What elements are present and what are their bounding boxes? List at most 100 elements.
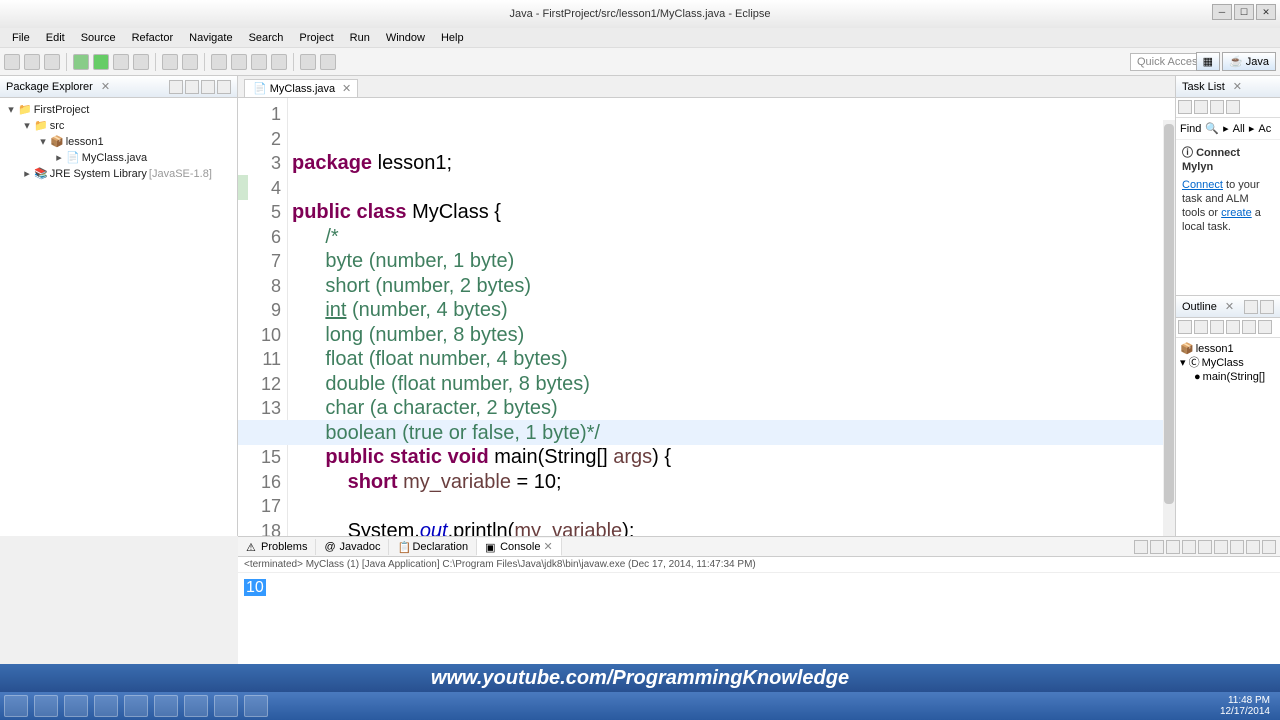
hide-fields-icon[interactable]	[1194, 320, 1208, 334]
debug-button[interactable]	[73, 54, 89, 70]
menu-source[interactable]: Source	[73, 30, 124, 46]
scroll-lock-icon[interactable]	[1182, 540, 1196, 554]
pin-console-icon[interactable]	[1198, 540, 1212, 554]
marker-bar	[238, 98, 250, 536]
main-toolbar: Quick Access ▦ ☕ Java	[0, 48, 1280, 76]
menu-run[interactable]: Run	[342, 30, 378, 46]
firefox-icon[interactable]	[184, 695, 208, 717]
outline-tab[interactable]: Outline	[1182, 301, 1217, 313]
save-all-button[interactable]	[44, 54, 60, 70]
javadoc-tab[interactable]: @Javadoc	[316, 539, 389, 555]
package-explorer-view: Package Explorer ✕ ▾📁 FirstProject ▾📁 sr…	[0, 76, 238, 536]
app-icon[interactable]	[154, 695, 178, 717]
display-console-icon[interactable]	[1214, 540, 1228, 554]
declaration-tab[interactable]: 📋Declaration	[389, 539, 477, 555]
system-clock[interactable]: 11:48 PM12/17/2014	[1220, 695, 1276, 717]
min-icon[interactable]	[1246, 540, 1260, 554]
run-button[interactable]	[93, 54, 109, 70]
hide-static-icon[interactable]	[1210, 320, 1224, 334]
close-view-icon[interactable]: ✕	[101, 80, 110, 93]
outline-class[interactable]: ▾ Ⓒ MyClass	[1180, 356, 1276, 370]
tree-project[interactable]: ▾📁 FirstProject	[2, 102, 235, 118]
new-class-button[interactable]	[162, 54, 178, 70]
comment-marker-icon	[238, 175, 248, 200]
menu-refactor[interactable]: Refactor	[124, 30, 182, 46]
excel-icon[interactable]	[94, 695, 118, 717]
open-perspective-button[interactable]: ▦	[1196, 52, 1220, 71]
hide-local-icon[interactable]	[1242, 320, 1256, 334]
problems-tab[interactable]: ⚠Problems	[238, 539, 316, 555]
ie-icon[interactable]	[34, 695, 58, 717]
task-sync-icon[interactable]	[1194, 100, 1208, 114]
java-perspective-button[interactable]: ☕ Java	[1222, 52, 1276, 71]
view-menu-icon[interactable]	[201, 80, 215, 94]
menu-search[interactable]: Search	[241, 30, 292, 46]
find-label: Find	[1180, 123, 1201, 135]
remove-launch-icon[interactable]	[1150, 540, 1164, 554]
editor-tab-myclass[interactable]: 📄 MyClass.java✕	[244, 79, 358, 97]
tree-jre[interactable]: ▸📚 JRE System Library [JavaSE-1.8]	[2, 166, 235, 182]
hide-nonpublic-icon[interactable]	[1226, 320, 1240, 334]
all-filter[interactable]: All	[1233, 123, 1245, 135]
code-editor[interactable]: 123456789101112131415161718 package less…	[238, 98, 1175, 536]
menu-edit[interactable]: Edit	[38, 30, 73, 46]
task-hide-icon[interactable]	[1226, 100, 1240, 114]
minimize-button[interactable]: ─	[1212, 4, 1232, 20]
task-new-icon[interactable]	[1178, 100, 1192, 114]
tree-java-file[interactable]: ▸📄 MyClass.java	[2, 150, 235, 166]
amazon-icon[interactable]	[124, 695, 148, 717]
close-icon[interactable]: ✕	[1225, 300, 1234, 313]
close-icon[interactable]: ✕	[543, 540, 552, 553]
task-list-tab[interactable]: Task List	[1182, 81, 1225, 93]
search-icon[interactable]: 🔍	[1205, 122, 1219, 135]
toggle-button[interactable]	[251, 54, 267, 70]
new-button[interactable]	[4, 54, 20, 70]
link-editor-icon[interactable]	[185, 80, 199, 94]
task-filter-icon[interactable]	[1210, 100, 1224, 114]
search-button[interactable]	[231, 54, 247, 70]
minimize-view-icon[interactable]	[217, 80, 231, 94]
close-button[interactable]: ✕	[1256, 4, 1276, 20]
start-button[interactable]	[4, 695, 28, 717]
menu-project[interactable]: Project	[291, 30, 341, 46]
outline-method[interactable]: ● main(String[]	[1180, 370, 1276, 384]
open-console-icon[interactable]	[1230, 540, 1244, 554]
package-explorer-tab[interactable]: Package Explorer	[6, 81, 93, 93]
save-button[interactable]	[24, 54, 40, 70]
console-text: 10	[244, 579, 266, 596]
annotation-button[interactable]	[271, 54, 287, 70]
back-button[interactable]	[300, 54, 316, 70]
max-icon[interactable]	[1262, 540, 1276, 554]
open-type-button[interactable]	[211, 54, 227, 70]
chrome-icon[interactable]	[214, 695, 238, 717]
tree-package[interactable]: ▾📦 lesson1	[2, 134, 235, 150]
menu-navigate[interactable]: Navigate	[181, 30, 240, 46]
connect-link[interactable]: Connect	[1182, 179, 1223, 191]
close-icon[interactable]: ✕	[1233, 80, 1242, 93]
close-tab-icon[interactable]: ✕	[342, 82, 351, 95]
maximize-button[interactable]: ☐	[1234, 4, 1254, 20]
create-link[interactable]: create	[1221, 207, 1252, 219]
explorer-icon[interactable]	[64, 695, 88, 717]
run-last-button[interactable]	[113, 54, 129, 70]
collapse-all-icon[interactable]	[169, 80, 183, 94]
menu-help[interactable]: Help	[433, 30, 472, 46]
outline-package[interactable]: 📦 lesson1	[1180, 342, 1276, 356]
ac-filter[interactable]: Ac	[1258, 123, 1271, 135]
clear-console-icon[interactable]	[1134, 540, 1148, 554]
focus-icon[interactable]	[1258, 320, 1272, 334]
console-tab[interactable]: ▣Console ✕	[477, 538, 562, 556]
remove-all-icon[interactable]	[1166, 540, 1180, 554]
new-package-button[interactable]	[182, 54, 198, 70]
menu-window[interactable]: Window	[378, 30, 433, 46]
outline-min-icon[interactable]	[1244, 300, 1258, 314]
sort-icon[interactable]	[1178, 320, 1192, 334]
tree-src[interactable]: ▾📁 src	[2, 118, 235, 134]
windows-taskbar: 11:48 PM12/17/2014	[0, 692, 1280, 720]
forward-button[interactable]	[320, 54, 336, 70]
menu-file[interactable]: File	[4, 30, 38, 46]
outline-max-icon[interactable]	[1260, 300, 1274, 314]
toolbar-separator	[293, 53, 294, 71]
coverage-button[interactable]	[133, 54, 149, 70]
eclipse-icon[interactable]	[244, 695, 268, 717]
